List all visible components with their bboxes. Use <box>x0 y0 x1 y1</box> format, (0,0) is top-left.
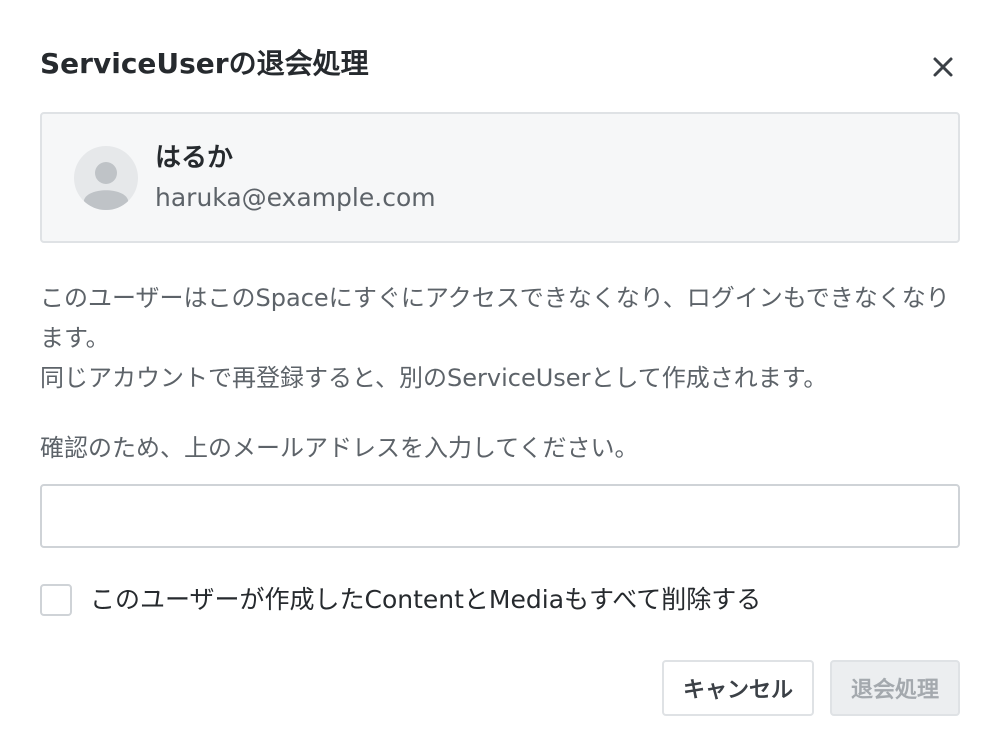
delete-content-option[interactable]: このユーザーが作成したContentとMediaもすべて削除する <box>40 580 761 620</box>
withdraw-button[interactable]: 退会処理 <box>830 660 960 716</box>
dialog-title: ServiceUserの退会処理 <box>40 47 369 80</box>
withdraw-description: このユーザーはこのSpaceにすぐにアクセスできなくなり、ログインもできなくなり… <box>40 278 970 398</box>
delete-content-checkbox[interactable] <box>40 584 72 616</box>
user-name: はるか <box>155 143 234 173</box>
withdraw-dialog: ServiceUserの退会処理 はるか haruka@example.com … <box>0 0 1000 756</box>
user-email: haruka@example.com <box>155 183 436 212</box>
cancel-button[interactable]: キャンセル <box>662 660 814 716</box>
close-button[interactable] <box>922 48 964 90</box>
close-icon <box>932 56 954 82</box>
description-line: 同じアカウントで再登録すると、別のServiceUserとして作成されます。 <box>40 364 828 392</box>
description-line: このユーザーはこのSpaceにすぐにアクセスできなくなり、ログインもできなくなり… <box>40 284 950 352</box>
user-card: はるか haruka@example.com <box>40 112 960 243</box>
confirm-email-input[interactable] <box>40 484 960 548</box>
confirm-email-label: 確認のため、上のメールアドレスを入力してください。 <box>40 434 639 462</box>
default-avatar-icon <box>74 146 138 210</box>
delete-content-label: このユーザーが作成したContentとMediaもすべて削除する <box>90 585 762 614</box>
